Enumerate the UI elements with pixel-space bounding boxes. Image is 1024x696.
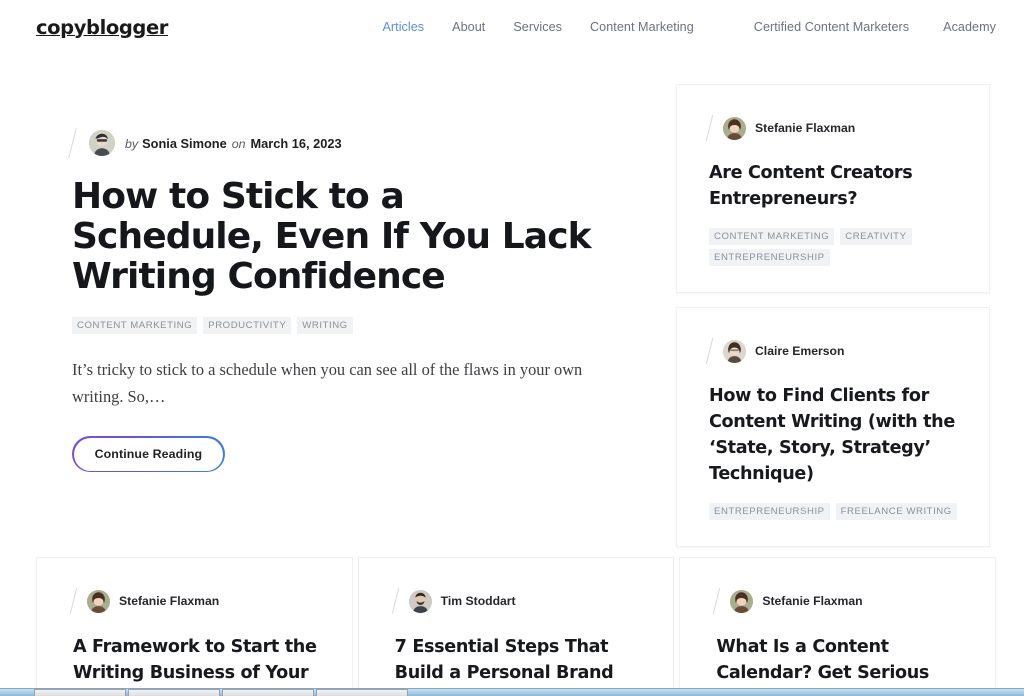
bottom-card-1[interactable]: Stefanie Flaxman A Framework to Start th… [36,557,353,692]
featured-cta-wrapper: Continue Reading [72,436,648,473]
byline-by-label: by [125,136,139,151]
byline-divider-icon [69,588,78,614]
bottom-card-3-title[interactable]: What Is a Content Calendar? Get Serious … [716,634,969,691]
sidebar-card-1-title[interactable]: Are Content Creators Entrepreneurs? [709,160,959,212]
tag-writing[interactable]: WRITING [297,317,353,334]
tim-stoddart-avatar [408,589,432,613]
byline-divider-icon [713,588,721,614]
featured-article-title[interactable]: How to Stick to a Schedule, Even If You … [72,177,592,297]
nav-group-primary: Articles About Services Content Marketin… [382,20,693,34]
main-navigation: Articles About Services Content Marketin… [382,20,996,34]
taskbar-button[interactable] [128,689,220,696]
claire-emerson-avatar [723,339,746,363]
sidebar-article-list: Stefanie Flaxman Are Content Creators En… [676,54,990,547]
continue-reading-button[interactable]: Continue Reading [72,436,225,473]
featured-byline: by Sonia Simone on March 16, 2023 [68,126,648,160]
continue-reading-label: Continue Reading [73,437,224,471]
bottom-card-2-author[interactable]: Tim Stoddart [441,594,516,608]
featured-article-excerpt: It’s tricky to stick to a schedule when … [72,360,583,406]
main-content: by Sonia Simone on March 16, 2023 How to St… [0,54,1024,547]
bottom-card-3-byline: Stefanie Flaxman [713,588,969,614]
byline-on-label: on [231,136,246,151]
bottom-article-row: Stefanie Flaxman A Framework to Start th… [36,557,997,692]
byline-divider-icon [391,588,399,614]
nav-group-secondary: Certified Content Marketers Academy [754,20,996,34]
bottom-card-1-author[interactable]: Stefanie Flaxman [119,594,219,608]
tag-entrepreneurship[interactable]: ENTREPRENEURSHIP [709,503,830,520]
bottom-card-2-title[interactable]: 7 Essential Steps That Build a Personal … [395,634,648,691]
bottom-card-3[interactable]: Stefanie Flaxman What Is a Content Calen… [679,557,997,692]
featured-author-name[interactable]: Sonia Simone [142,136,227,151]
sidebar-card-2-title[interactable]: How to Find Clients for Content Writing … [709,383,959,487]
sidebar-card-1[interactable]: Stefanie Flaxman Are Content Creators En… [676,84,990,293]
nav-item-services[interactable]: Services [513,20,562,34]
tag-freelance-writing[interactable]: FREELANCE WRITING [835,503,957,520]
taskbar-button[interactable] [316,689,408,696]
bottom-card-2-byline: Tim Stoddart [391,588,648,614]
byline-divider-icon [68,128,77,158]
taskbar-button[interactable] [34,689,126,696]
site-header: copyblogger Articles About Services Cont… [0,0,1024,54]
tag-content-marketing[interactable]: CONTENT MARKETING [709,228,835,245]
byline-divider-icon [705,338,714,364]
byline-divider-icon [705,115,714,141]
taskbar-button[interactable] [222,689,314,696]
featured-publish-date: March 16, 2023 [250,135,342,151]
sidebar-card-2-author[interactable]: Claire Emerson [755,344,844,358]
bottom-card-2[interactable]: Tim Stoddart 7 Essential Steps That Buil… [357,557,675,692]
sidebar-card-2-byline: Claire Emerson [705,338,959,364]
sidebar-card-2[interactable]: Claire Emerson How to Find Clients for C… [676,307,990,547]
featured-article: by Sonia Simone on March 16, 2023 How to St… [36,54,648,473]
sidebar-card-1-tags: CONTENT MARKETING CREATIVITY ENTREPRENEU… [709,228,959,266]
bottom-card-1-byline: Stefanie Flaxman [69,588,326,614]
bottom-card-1-title[interactable]: A Framework to Start the Writing Busines… [73,634,326,686]
sidebar-card-2-tags: ENTREPRENEURSHIP FREELANCE WRITING [709,503,959,520]
featured-byline-text: by Sonia Simone on March 16, 2023 [125,136,342,151]
tag-creativity[interactable]: CREATIVITY [840,228,912,245]
nav-item-certified-content-marketers[interactable]: Certified Content Marketers [754,20,909,34]
nav-item-articles[interactable]: Articles [382,20,424,34]
nav-item-content-marketing[interactable]: Content Marketing [590,20,694,34]
sidebar-card-1-author[interactable]: Stefanie Flaxman [755,121,855,135]
stefanie-flaxman-avatar [87,589,110,613]
stefanie-flaxman-avatar [730,589,754,613]
tag-entrepreneurship[interactable]: ENTREPRENEURSHIP [709,249,830,266]
tag-productivity[interactable]: PRODUCTIVITY [203,317,292,334]
bottom-card-3-author[interactable]: Stefanie Flaxman [762,594,862,608]
browser-viewport: copyblogger Articles About Services Cont… [0,0,1024,696]
featured-tag-list: CONTENT MARKETING PRODUCTIVITY WRITING [72,317,648,334]
stefanie-flaxman-avatar [723,116,746,140]
sonia-simone-avatar [89,130,115,156]
sidebar-card-1-byline: Stefanie Flaxman [705,115,959,141]
tag-content-marketing[interactable]: CONTENT MARKETING [72,317,198,334]
site-logo[interactable]: copyblogger [36,16,168,39]
nav-item-academy[interactable]: Academy [943,20,996,34]
os-taskbar[interactable] [0,688,1024,696]
nav-item-about[interactable]: About [452,20,485,34]
